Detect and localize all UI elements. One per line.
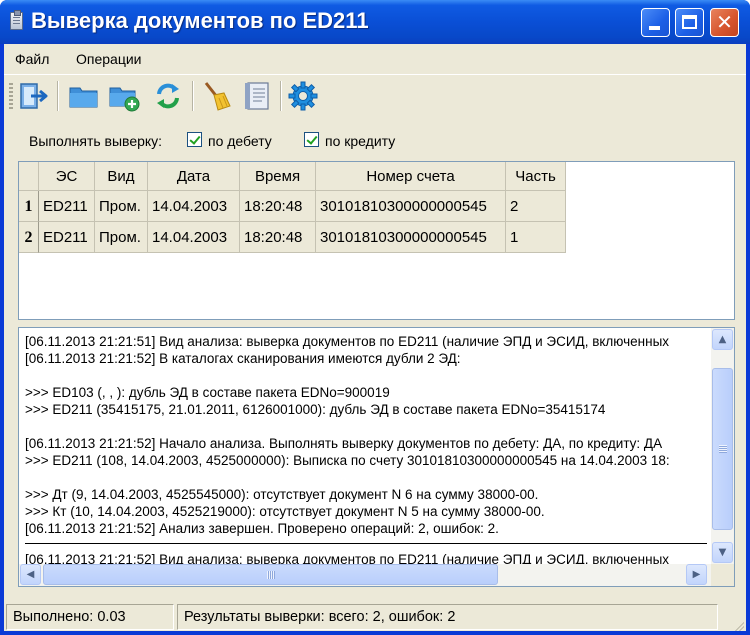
cell-account[interactable]: 30101810300000000545	[316, 222, 506, 253]
folder-open-icon[interactable]	[68, 80, 100, 112]
debit-checkbox-label[interactable]: по дебету	[208, 133, 272, 149]
cell-date[interactable]: 14.04.2003	[148, 191, 240, 222]
log-line: >>> Кт (10, 14.04.2003, 4525219000): отс…	[25, 504, 545, 519]
toolbar-separator	[192, 81, 194, 111]
arrow-right-icon: ▶	[692, 569, 701, 580]
main-window: Выверка документов по ED211 ✕ Файл Опера…	[0, 0, 750, 635]
row-number: 2	[19, 222, 39, 253]
arrow-left-icon: ◀	[26, 569, 35, 580]
status-results: Результаты выверки: всего: 2, ошибок: 2	[177, 604, 718, 630]
cell-part[interactable]: 1	[506, 222, 566, 253]
horizontal-scrollbar[interactable]: ◀ ▶	[19, 564, 711, 586]
clear-broom-icon[interactable]	[200, 80, 232, 112]
folder-add-icon[interactable]	[108, 80, 140, 112]
client-area: Файл Операции Выполнять выверку: по дебе…	[4, 44, 746, 635]
refresh-icon[interactable]	[152, 80, 184, 112]
cell-es[interactable]: ED211	[39, 222, 95, 253]
reconcile-label: Выполнять выверку:	[29, 133, 163, 149]
log-lines: [06.11.2013 21:21:51] Вид анализа: вывер…	[25, 333, 707, 568]
scroll-down-button[interactable]: ▼	[712, 542, 733, 563]
status-bar: Выполнено: 0.03 Результаты выверки: всег…	[4, 601, 746, 635]
grid-header: ЭС Вид Дата Время Номер счета Часть	[19, 162, 566, 191]
column-header-date[interactable]: Дата	[148, 162, 240, 191]
options-row: Выполнять выверку: по дебету по кредиту	[4, 122, 746, 152]
thumb-grip-icon	[719, 445, 727, 453]
column-header-account[interactable]: Номер счета	[316, 162, 506, 191]
vertical-scroll-thumb[interactable]	[712, 368, 733, 530]
menu-file[interactable]: Файл	[15, 51, 49, 67]
table-row[interactable]: 2 ED211 Пром. 14.04.2003 18:20:48 301018…	[19, 222, 566, 253]
menu-bar: Файл Операции	[4, 44, 746, 74]
scrollbar-corner	[711, 564, 734, 586]
column-header-type[interactable]: Вид	[95, 162, 148, 191]
log-line: >>> ED211 (35415175, 21.01.2011, 6126001…	[25, 402, 606, 417]
cell-account[interactable]: 30101810300000000545	[316, 191, 506, 222]
column-header-part[interactable]: Часть	[506, 162, 566, 191]
arrow-up-icon: ▲	[718, 334, 727, 345]
arrow-down-icon: ▼	[718, 547, 727, 558]
cell-es[interactable]: ED211	[39, 191, 95, 222]
log-line: [06.11.2013 21:21:52] Начало анализа. Вы…	[25, 436, 663, 451]
log-textarea[interactable]: [06.11.2013 21:21:51] Вид анализа: вывер…	[18, 327, 735, 587]
close-button[interactable]: ✕	[710, 8, 739, 37]
cell-date[interactable]: 14.04.2003	[148, 222, 240, 253]
row-number: 1	[19, 191, 39, 222]
notebook-icon[interactable]	[242, 80, 274, 112]
status-elapsed: Выполнено: 0.03	[6, 604, 174, 630]
table-row[interactable]: 1 ED211 Пром. 14.04.2003 18:20:48 301018…	[19, 191, 566, 222]
scroll-left-button[interactable]: ◀	[20, 564, 41, 585]
log-line: >>> ED211 (108, 14.04.2003, 4525000000):…	[25, 453, 670, 468]
toolbar-separator	[57, 81, 59, 111]
log-line: [06.11.2013 21:21:52] Анализ завершен. П…	[25, 521, 499, 536]
toolbar	[4, 74, 746, 116]
column-header-es[interactable]: ЭС	[39, 162, 95, 191]
documents-grid[interactable]: ЭС Вид Дата Время Номер счета Часть 1 ED…	[18, 161, 735, 320]
cell-part[interactable]: 2	[506, 191, 566, 222]
settings-gear-icon[interactable]	[287, 80, 319, 112]
log-line: [06.11.2013 21:21:52] В каталогах сканир…	[25, 351, 461, 366]
cell-time[interactable]: 18:20:48	[240, 222, 316, 253]
maximize-button[interactable]	[675, 8, 704, 37]
minimize-button[interactable]	[641, 8, 670, 37]
scroll-up-button[interactable]: ▲	[712, 329, 733, 350]
toolbar-separator	[280, 81, 282, 111]
vertical-scrollbar[interactable]: ▲ ▼	[711, 328, 734, 564]
thumb-grip-icon	[267, 571, 275, 579]
minimize-icon	[649, 26, 660, 30]
log-separator-line	[25, 543, 707, 544]
column-header-time[interactable]: Время	[240, 162, 316, 191]
grid-corner	[19, 162, 39, 191]
close-icon: ✕	[716, 10, 733, 34]
cell-time[interactable]: 18:20:48	[240, 191, 316, 222]
cell-type[interactable]: Пром.	[95, 191, 148, 222]
clipboard-app-icon	[10, 10, 23, 30]
horizontal-scroll-thumb[interactable]	[43, 564, 498, 585]
debit-checkbox[interactable]	[187, 132, 202, 147]
credit-checkbox-label[interactable]: по кредиту	[325, 133, 395, 149]
credit-checkbox[interactable]	[304, 132, 319, 147]
log-line: >>> Дт (9, 14.04.2003, 4525545000): отсу…	[25, 487, 539, 502]
title-bar[interactable]: Выверка документов по ED211 ✕	[0, 0, 750, 44]
toolbar-grip[interactable]	[9, 83, 13, 111]
exit-icon[interactable]	[18, 80, 50, 112]
maximize-icon	[682, 15, 697, 29]
log-line: [06.11.2013 21:21:51] Вид анализа: вывер…	[25, 334, 670, 349]
window-bottom-border	[0, 631, 750, 635]
window-title: Выверка документов по ED211	[31, 8, 369, 33]
menu-operations[interactable]: Операции	[76, 51, 142, 67]
log-line: >>> ED103 (, , ): дубль ЭД в составе пак…	[25, 385, 390, 400]
cell-type[interactable]: Пром.	[95, 222, 148, 253]
scroll-right-button[interactable]: ▶	[686, 564, 707, 585]
